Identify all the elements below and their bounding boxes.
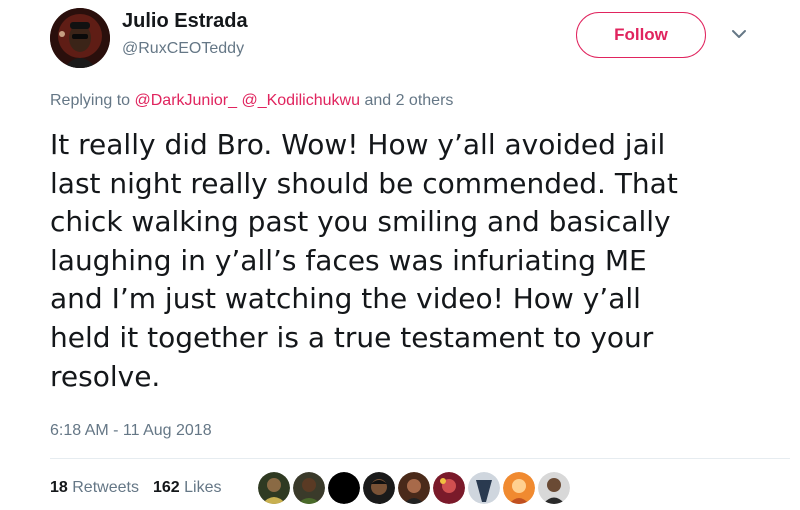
liker-avatar[interactable] bbox=[293, 472, 325, 504]
liker-avatar[interactable] bbox=[328, 472, 360, 504]
tweet-text: It really did Bro. Wow! How y’all avoide… bbox=[50, 128, 678, 393]
tweet-stats: 18 Retweets 162 Likes bbox=[50, 479, 221, 497]
likes-stat[interactable]: 162 Likes bbox=[153, 479, 222, 497]
replying-to: Replying to @DarkJunior_ @_Kodilichukwu … bbox=[50, 92, 453, 110]
likes-label: Likes bbox=[184, 479, 222, 496]
replying-prefix: Replying to bbox=[50, 92, 131, 109]
retweets-stat[interactable]: 18 Retweets bbox=[50, 479, 139, 497]
retweets-label: Retweets bbox=[72, 479, 139, 496]
mention-link[interactable]: @_Kodilichukwu bbox=[241, 92, 360, 109]
liker-avatar[interactable] bbox=[468, 472, 500, 504]
liker-avatar[interactable] bbox=[503, 472, 535, 504]
liker-avatar[interactable] bbox=[258, 472, 290, 504]
liker-avatar[interactable] bbox=[433, 472, 465, 504]
likes-count: 162 bbox=[152, 479, 180, 496]
avatar[interactable] bbox=[50, 8, 110, 68]
retweets-count: 18 bbox=[50, 479, 68, 496]
chevron-down-icon[interactable] bbox=[730, 28, 748, 40]
replying-others[interactable]: and 2 others bbox=[364, 92, 453, 109]
liker-avatar[interactable] bbox=[538, 472, 570, 504]
mention-link[interactable]: @DarkJunior_ bbox=[135, 92, 238, 109]
timestamp[interactable]: 6:18 AM - 11 Aug 2018 bbox=[50, 422, 212, 440]
liker-avatars bbox=[258, 472, 570, 504]
display-name[interactable]: Julio Estrada bbox=[122, 10, 248, 33]
divider bbox=[50, 458, 790, 459]
liker-avatar[interactable] bbox=[398, 472, 430, 504]
user-handle[interactable]: @RuxCEOTeddy bbox=[122, 40, 244, 58]
follow-button[interactable]: Follow bbox=[576, 12, 706, 58]
liker-avatar[interactable] bbox=[363, 472, 395, 504]
